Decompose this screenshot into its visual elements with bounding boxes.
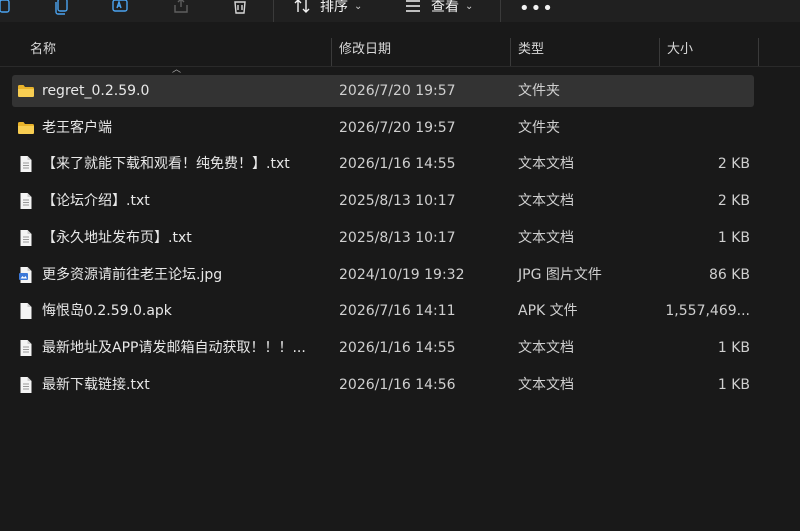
column-type[interactable]: 类型 bbox=[518, 34, 544, 66]
file-name: 最新地址及APP请发邮箱自动获取！！！... bbox=[42, 340, 306, 356]
text-file-icon bbox=[17, 376, 35, 394]
file-explorer-window: 排序 ⌄ 查看 ⌄ ••• ︿ 名称 修改日期 类型 大小 regret_0.2… bbox=[0, 0, 800, 531]
command-bar: 排序 ⌄ 查看 ⌄ ••• bbox=[0, 0, 800, 22]
file-row[interactable]: 【永久地址发布页】.txt 2025/8/13 10:17 文本文档 1 KB bbox=[12, 222, 754, 254]
file-date: 2026/1/16 14:56 bbox=[339, 377, 456, 393]
file-size: 1,557,469... bbox=[665, 303, 750, 319]
file-size: 1 KB bbox=[717, 230, 750, 246]
sort-label: 排序 bbox=[320, 0, 348, 15]
file-date: 2026/7/20 19:57 bbox=[339, 83, 456, 99]
file-row[interactable]: 悔恨岛0.2.59.0.apk 2026/7/16 14:11 APK 文件 1… bbox=[12, 295, 754, 327]
folder-icon bbox=[17, 82, 35, 100]
file-icon bbox=[17, 302, 35, 320]
file-type: 文本文档 bbox=[518, 230, 574, 246]
file-row[interactable]: 老王客户端 2026/7/20 19:57 文件夹 bbox=[12, 112, 754, 144]
file-type: 文件夹 bbox=[518, 83, 560, 99]
text-file-icon bbox=[17, 155, 35, 173]
file-size: 1 KB bbox=[717, 340, 750, 356]
file-date: 2026/1/16 14:55 bbox=[339, 156, 456, 172]
column-divider[interactable] bbox=[758, 38, 759, 66]
file-date: 2025/8/13 10:17 bbox=[339, 230, 456, 246]
column-name[interactable]: 名称 bbox=[30, 34, 56, 66]
toolbar-separator bbox=[500, 0, 501, 22]
sort-icon bbox=[294, 0, 310, 13]
view-icon bbox=[406, 0, 420, 12]
file-size: 2 KB bbox=[717, 156, 750, 172]
file-name: 悔恨岛0.2.59.0.apk bbox=[42, 303, 172, 319]
view-menu[interactable]: 查看 ⌄ bbox=[403, 0, 473, 17]
column-header: ︿ 名称 修改日期 类型 大小 bbox=[0, 34, 800, 75]
file-name: 【来了就能下载和观看！纯免费！】.txt bbox=[42, 156, 290, 172]
delete-icon[interactable] bbox=[228, 0, 252, 18]
file-type: JPG 图片文件 bbox=[518, 267, 602, 283]
file-size: 2 KB bbox=[717, 193, 750, 209]
file-date: 2025/8/13 10:17 bbox=[339, 193, 456, 209]
file-size: 86 KB bbox=[708, 267, 750, 283]
file-type: 文本文档 bbox=[518, 377, 574, 393]
file-row[interactable]: 【来了就能下载和观看！纯免费！】.txt 2026/1/16 14:55 文本文… bbox=[12, 148, 754, 180]
copy-icon[interactable] bbox=[0, 0, 16, 18]
toolbar-separator bbox=[273, 0, 274, 22]
file-date: 2026/7/16 14:11 bbox=[339, 303, 456, 319]
file-name: 更多资源请前往老王论坛.jpg bbox=[42, 267, 223, 283]
file-row[interactable]: regret_0.2.59.0 2026/7/20 19:57 文件夹 bbox=[12, 75, 754, 107]
file-row[interactable]: 最新下载链接.txt 2026/1/16 14:56 文本文档 1 KB bbox=[12, 369, 754, 401]
view-label: 查看 bbox=[431, 0, 459, 15]
file-date: 2026/7/20 19:57 bbox=[339, 120, 456, 136]
chevron-down-icon: ⌄ bbox=[354, 0, 363, 12]
image-file-icon bbox=[17, 266, 35, 284]
file-type: 文本文档 bbox=[518, 156, 574, 172]
file-date: 2024/10/19 19:32 bbox=[339, 267, 465, 283]
text-file-icon bbox=[17, 339, 35, 357]
file-row[interactable]: 最新地址及APP请发邮箱自动获取！！！... 2026/1/16 14:55 文… bbox=[12, 332, 754, 364]
file-name: 【论坛介绍】.txt bbox=[42, 193, 150, 209]
file-name: 最新下载链接.txt bbox=[42, 377, 150, 393]
file-row[interactable]: 【论坛介绍】.txt 2025/8/13 10:17 文本文档 2 KB bbox=[12, 185, 754, 217]
rename-icon[interactable] bbox=[108, 0, 132, 18]
column-divider[interactable] bbox=[510, 38, 511, 66]
column-divider[interactable] bbox=[659, 38, 660, 66]
file-type: 文件夹 bbox=[518, 120, 560, 136]
more-options-button[interactable]: ••• bbox=[519, 0, 554, 19]
file-date: 2026/1/16 14:55 bbox=[339, 340, 456, 356]
sort-ascending-icon: ︿ bbox=[172, 65, 182, 75]
share-icon[interactable] bbox=[169, 0, 193, 18]
text-file-icon bbox=[17, 192, 35, 210]
file-name: regret_0.2.59.0 bbox=[42, 83, 150, 99]
file-size: 1 KB bbox=[717, 377, 750, 393]
chevron-down-icon: ⌄ bbox=[465, 0, 474, 12]
text-file-icon bbox=[17, 229, 35, 247]
column-date[interactable]: 修改日期 bbox=[339, 34, 391, 66]
sort-menu[interactable]: 排序 ⌄ bbox=[292, 0, 362, 17]
folder-icon bbox=[17, 119, 35, 137]
file-name: 老王客户端 bbox=[42, 120, 112, 136]
copy-file-icon[interactable] bbox=[49, 0, 73, 18]
file-type: APK 文件 bbox=[518, 303, 578, 319]
column-divider[interactable] bbox=[331, 38, 332, 66]
file-row[interactable]: 更多资源请前往老王论坛.jpg 2024/10/19 19:32 JPG 图片文… bbox=[12, 259, 754, 291]
column-size[interactable]: 大小 bbox=[667, 34, 693, 66]
file-name: 【永久地址发布页】.txt bbox=[42, 230, 192, 246]
file-type: 文本文档 bbox=[518, 193, 574, 209]
file-type: 文本文档 bbox=[518, 340, 574, 356]
